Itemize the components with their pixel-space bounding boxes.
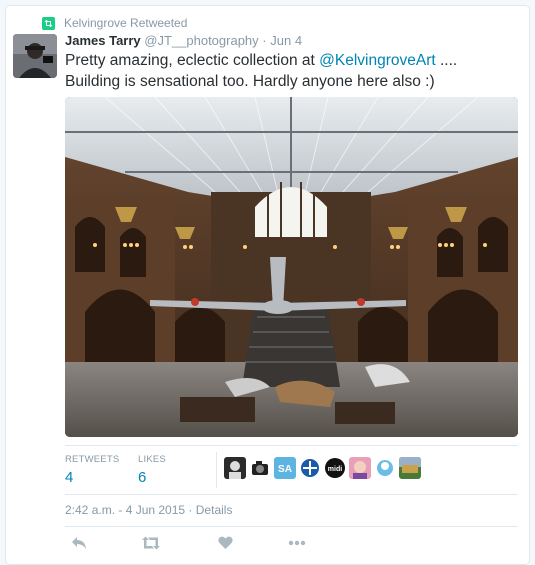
retweets-count[interactable]: 4 (65, 469, 119, 486)
tweet-text-part1: Pretty amazing, eclectic collection at (65, 52, 320, 69)
liker-avatar-4[interactable] (299, 457, 321, 479)
avatar[interactable] (13, 34, 57, 78)
retweet-badge-icon (42, 16, 55, 30)
retweet-icon (142, 536, 160, 550)
likes-count[interactable]: 6 (138, 469, 166, 486)
liker-avatar-8[interactable] (399, 457, 421, 479)
likes-stat[interactable]: LIKES 6 (138, 454, 166, 486)
like-button[interactable] (211, 533, 239, 553)
meta-separator: · (188, 503, 193, 517)
retweet-button[interactable] (137, 533, 165, 553)
liker-5-label: midi (328, 466, 342, 473)
liker-avatar-7[interactable] (374, 457, 396, 479)
retweets-stat[interactable]: RETWEETS 4 (65, 454, 119, 486)
reply-button[interactable] (65, 533, 93, 553)
likers-avatars: SA midi (224, 457, 421, 479)
details-link[interactable]: Details (196, 503, 233, 517)
tweet-header: James Tarry @JT__photography · Jun 4 (65, 33, 302, 48)
retweet-context[interactable]: Kelvingrove Retweeted (42, 15, 187, 31)
tweet-timestamp: 2:42 a.m. - 4 Jun 2015 (65, 503, 186, 517)
more-button[interactable] (283, 533, 311, 553)
more-dots-icon (288, 540, 306, 546)
tweet-text: Pretty amazing, eclectic collection at @… (65, 50, 505, 92)
liker-avatar-1[interactable] (224, 457, 246, 479)
tweet-actions (65, 526, 518, 557)
tweet-stats: RETWEETS 4 LIKES 6 SA midi (65, 445, 518, 495)
svg-text:SA: SA (278, 464, 292, 475)
likes-label: LIKES (138, 454, 166, 465)
author-handle[interactable]: @JT__photography (144, 33, 258, 48)
liker-avatar-2[interactable] (249, 457, 271, 479)
liker-avatar-5[interactable]: midi (324, 457, 346, 479)
retweet-context-text: Kelvingrove Retweeted (64, 16, 188, 30)
author-name[interactable]: James Tarry (65, 33, 141, 48)
reply-icon (72, 537, 86, 549)
mention-link[interactable]: @KelvingroveArt (319, 52, 436, 69)
liker-avatar-6[interactable] (349, 457, 371, 479)
header-separator: · (262, 33, 267, 48)
tweet-meta: 2:42 a.m. - 4 Jun 2015 · Details (65, 503, 232, 517)
heart-icon (217, 536, 233, 549)
retweets-label: RETWEETS (65, 454, 120, 465)
stats-divider (216, 452, 217, 488)
tweet-card[interactable]: Kelvingrove Retweeted James Tarry @JT__p… (5, 5, 530, 565)
tweet-date[interactable]: Jun 4 (270, 33, 302, 48)
liker-avatar-3[interactable]: SA (274, 457, 296, 479)
tweet-photo[interactable] (65, 97, 518, 437)
